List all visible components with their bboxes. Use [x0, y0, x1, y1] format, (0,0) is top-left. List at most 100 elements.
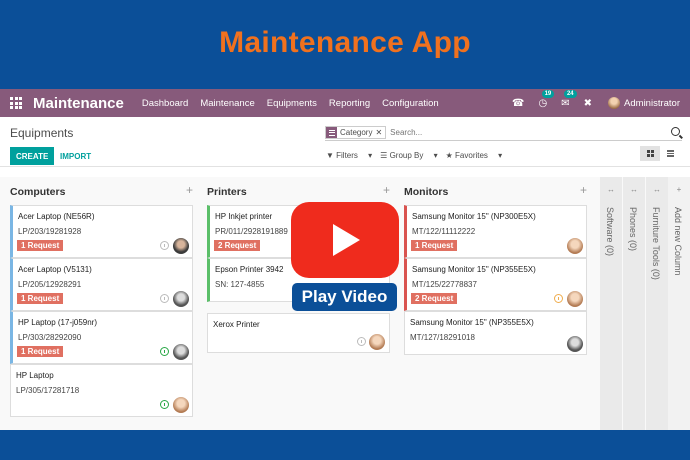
- facet-label: Category: [340, 128, 373, 137]
- apps-menu-icon[interactable]: [10, 97, 22, 109]
- filters-label: Filters: [336, 151, 358, 160]
- activity-badge: 19: [541, 89, 555, 98]
- activity-clock-icon[interactable]: [357, 337, 366, 346]
- folded-column-phones[interactable]: ↔ Phones (0): [623, 177, 645, 430]
- card-title: Samsung Monitor 15" (NP300E5X): [412, 212, 536, 221]
- equipment-card[interactable]: Acer Laptop (NE56R) LP/203/19281928 1 Re…: [10, 205, 193, 258]
- avatar: [173, 238, 189, 254]
- activity-clock-icon[interactable]: [160, 400, 169, 409]
- list-icon: [666, 150, 674, 157]
- card-title: Samsung Monitor 15" (NP355E5X): [412, 265, 536, 274]
- activity-clock-icon[interactable]: [554, 294, 563, 303]
- favorites-dropdown[interactable]: ★ Favorites ▾: [446, 151, 503, 160]
- card-reference: SN: 127-4855: [215, 280, 265, 289]
- avatar: [173, 344, 189, 360]
- equipment-card[interactable]: Samsung Monitor 15" (NP355E5X) MT/127/18…: [404, 311, 587, 355]
- column-quick-create-icon[interactable]: +: [580, 183, 587, 197]
- card-reference: LP/205/12928291: [18, 280, 82, 289]
- group-by-label: Group By: [389, 151, 424, 160]
- expand-arrows-icon: ↔: [653, 185, 661, 194]
- card-title: HP Laptop: [16, 371, 54, 380]
- equipment-card[interactable]: Acer Laptop (V5131) LP/205/12928291 1 Re…: [10, 258, 193, 311]
- column-title: Printers: [207, 186, 247, 198]
- column-title: Computers: [10, 186, 66, 198]
- nav-reporting[interactable]: Reporting: [329, 98, 370, 109]
- equipment-card[interactable]: Samsung Monitor 15" (NP355E5X) MT/125/22…: [404, 258, 587, 311]
- play-video-button[interactable]: [291, 202, 399, 278]
- card-reference: MT/122/11112222: [412, 227, 476, 236]
- column-quick-create-icon[interactable]: +: [186, 183, 193, 197]
- nav-maintenance[interactable]: Maintenance: [200, 98, 254, 109]
- nav-configuration[interactable]: Configuration: [382, 98, 439, 109]
- card-reference: LP/305/17281718: [16, 386, 80, 395]
- activity-icon[interactable]: ◷ 19: [539, 89, 555, 109]
- equipment-card[interactable]: HP Laptop (17-j059nr) LP/303/28292090 1 …: [10, 311, 193, 364]
- card-reference: MT/125/22778837: [412, 280, 477, 289]
- card-title: Acer Laptop (NE56R): [18, 212, 95, 221]
- equipment-card[interactable]: HP Laptop LP/305/17281718: [10, 364, 193, 417]
- card-title: Samsung Monitor 15" (NP355E5X): [410, 318, 534, 327]
- card-reference: MT/127/18291018: [410, 333, 475, 342]
- messages-badge: 24: [563, 89, 577, 98]
- activity-clock-icon[interactable]: [160, 347, 169, 356]
- equipment-card[interactable]: Samsung Monitor 15" (NP300E5X) MT/122/11…: [404, 205, 587, 258]
- banner-title: Maintenance App: [219, 26, 471, 59]
- play-video-label[interactable]: Play Video: [292, 283, 397, 311]
- card-title: Acer Laptop (V5131): [18, 265, 92, 274]
- kanban-icon: [646, 150, 654, 157]
- view-switcher: [640, 146, 680, 161]
- request-badge[interactable]: 1 Request: [17, 346, 64, 357]
- folded-column-furniture-tools[interactable]: ↔ Furniture Tools (0): [646, 177, 668, 430]
- avatar: [369, 334, 385, 350]
- group-by-dropdown[interactable]: ☰ Group By ▾: [380, 151, 437, 160]
- facet-remove-icon[interactable]: ✕: [375, 128, 385, 137]
- activity-clock-icon[interactable]: [160, 294, 169, 303]
- column-quick-create-icon[interactable]: +: [383, 183, 390, 197]
- search-options: ▼ Filters ▾ ☰ Group By ▾ ★ Favorites ▾: [326, 151, 510, 160]
- request-badge[interactable]: 1 Request: [17, 293, 64, 304]
- navbar-systray: ☎ ◷ 19 ✉ 24 ✖ Administrator: [498, 89, 680, 117]
- folded-column-label: Furniture Tools (0): [651, 207, 661, 280]
- search-icon[interactable]: [671, 127, 680, 136]
- list-view-button[interactable]: [660, 146, 680, 161]
- card-title: HP Laptop (17-j059nr): [18, 318, 98, 327]
- column-title: Monitors: [404, 186, 449, 198]
- add-column-button[interactable]: + Add new Column: [668, 177, 690, 430]
- request-badge[interactable]: 2 Request: [411, 293, 458, 304]
- card-title: Xerox Printer: [213, 320, 260, 329]
- nav-dashboard[interactable]: Dashboard: [142, 98, 188, 109]
- breadcrumb: Equipments: [10, 126, 74, 140]
- request-badge[interactable]: 1 Request: [411, 240, 458, 251]
- card-reference: LP/203/19281928: [18, 227, 82, 236]
- top-navbar: Maintenance Dashboard Maintenance Equipm…: [0, 89, 690, 117]
- user-avatar[interactable]: [608, 97, 621, 109]
- create-button[interactable]: CREATE: [10, 147, 55, 165]
- folded-column-label: Phones (0): [628, 207, 638, 252]
- equipment-card[interactable]: Xerox Printer: [207, 313, 390, 353]
- messages-icon[interactable]: ✉ 24: [561, 89, 577, 109]
- app-brand[interactable]: Maintenance: [33, 95, 124, 112]
- folded-column-software[interactable]: ↔ Software (0): [600, 177, 622, 430]
- debug-tools-icon[interactable]: ✖: [584, 98, 592, 109]
- import-button[interactable]: IMPORT: [56, 147, 95, 165]
- phone-icon[interactable]: ☎: [512, 98, 524, 109]
- activity-clock-icon[interactable]: [160, 241, 169, 250]
- search-facet[interactable]: Category ✕: [325, 126, 387, 139]
- card-reference: PR/011/2928191889: [215, 227, 288, 236]
- search-input[interactable]: [390, 128, 661, 137]
- folded-column-label: Software (0): [605, 207, 615, 257]
- filters-dropdown[interactable]: ▼ Filters ▾: [326, 151, 372, 160]
- avatar: [567, 336, 583, 352]
- card-reference: LP/303/28292090: [18, 333, 82, 342]
- kanban-view-button[interactable]: [640, 146, 660, 161]
- avatar: [173, 397, 189, 413]
- expand-arrows-icon: ↔: [607, 185, 615, 194]
- group-by-icon: [326, 127, 337, 138]
- request-badge[interactable]: 1 Request: [17, 240, 64, 251]
- nav-equipments[interactable]: Equipments: [267, 98, 317, 109]
- avatar: [567, 238, 583, 254]
- request-badge[interactable]: 2 Request: [214, 240, 261, 251]
- avatar: [567, 291, 583, 307]
- user-menu[interactable]: Administrator: [624, 98, 680, 109]
- avatar: [173, 291, 189, 307]
